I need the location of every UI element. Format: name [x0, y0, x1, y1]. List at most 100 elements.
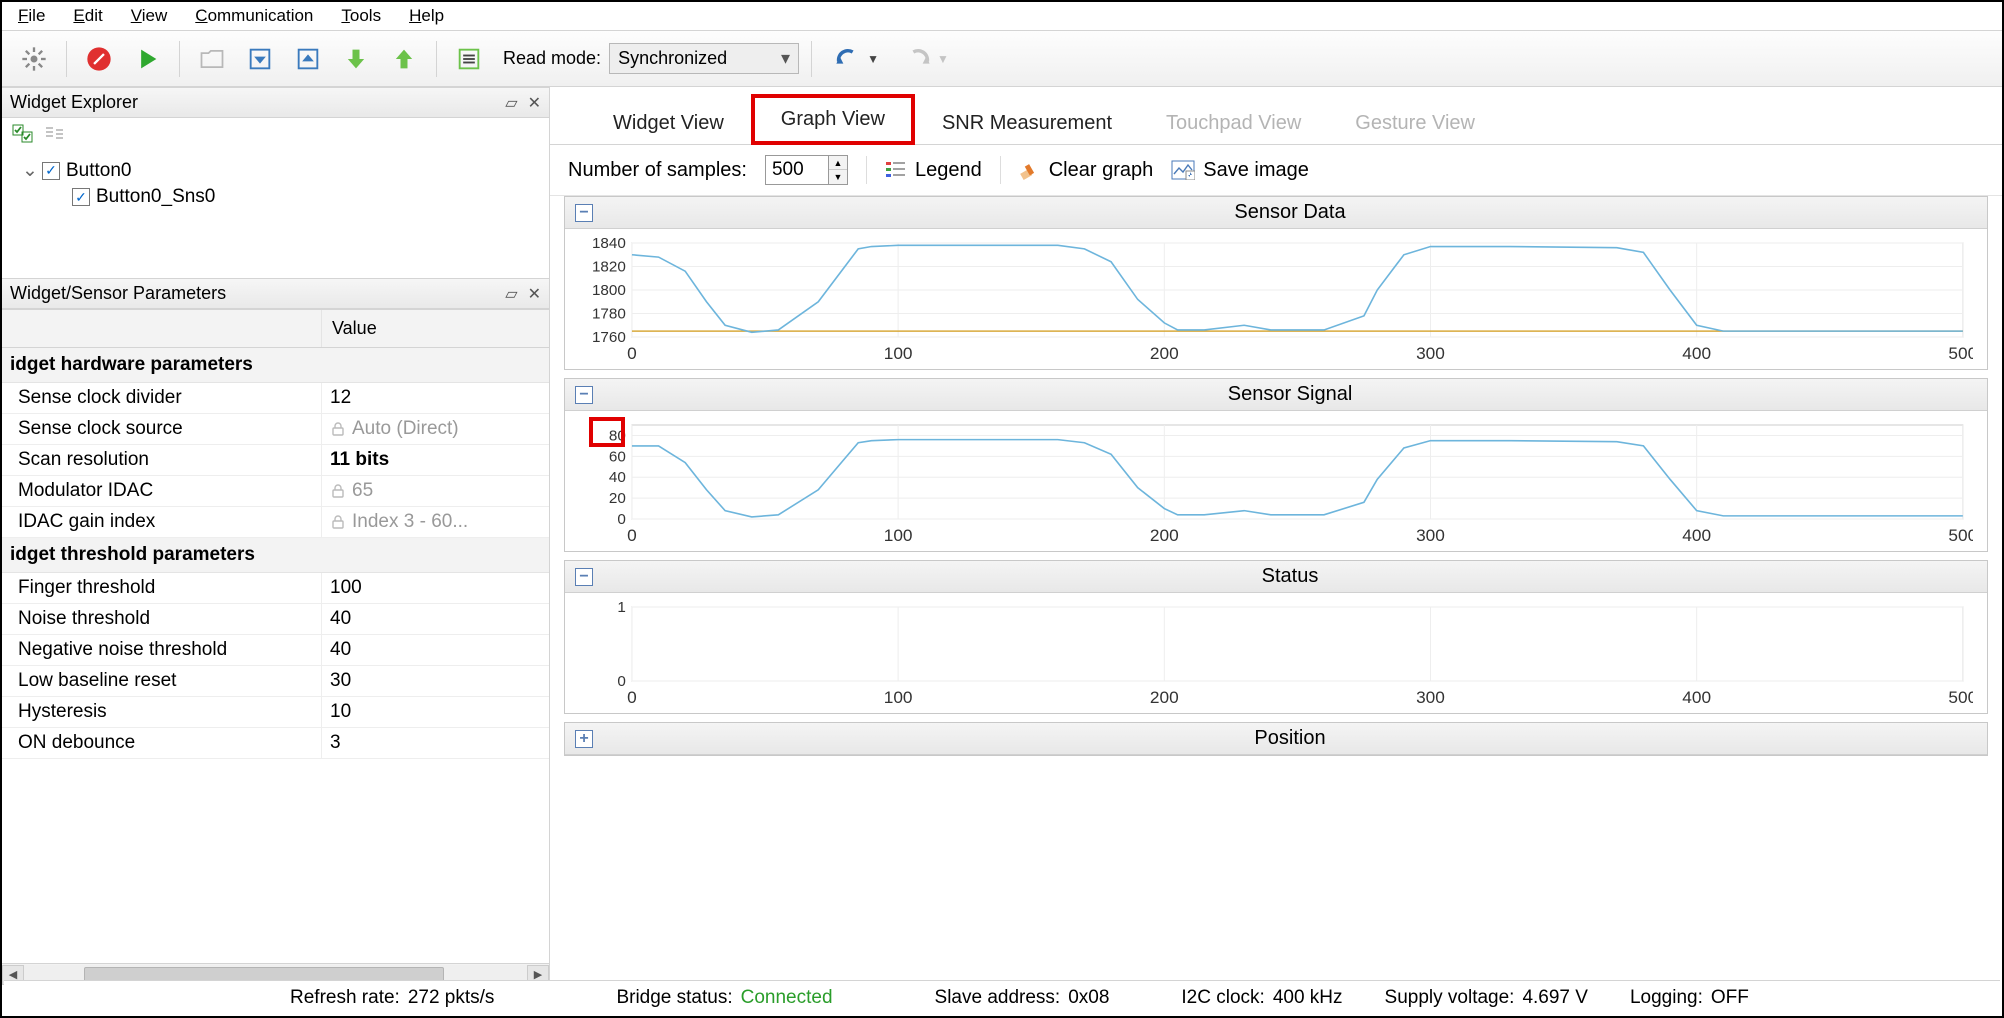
chart-sensor-data: −Sensor Data 010020030040050017601780180… — [564, 196, 1988, 370]
readmode-label: Read mode: — [503, 48, 601, 69]
svg-text:300: 300 — [1416, 343, 1445, 363]
param-name: Modulator IDAC — [2, 476, 322, 506]
close-icon[interactable]: ✕ — [528, 284, 541, 304]
menu-view[interactable]: View — [131, 6, 168, 26]
svg-text:200: 200 — [1150, 525, 1179, 545]
menu-file[interactable]: File — [18, 6, 45, 26]
upload-button[interactable] — [384, 39, 424, 79]
undock-icon[interactable]: ▱ — [505, 93, 517, 113]
svg-text:20: 20 — [609, 490, 626, 507]
param-value[interactable]: 100 — [322, 573, 549, 603]
spinner-up-icon[interactable]: ▲ — [829, 156, 847, 170]
param-row[interactable]: Negative noise threshold40 — [2, 635, 549, 666]
param-value[interactable]: 40 — [322, 635, 549, 665]
numsamples-label: Number of samples: — [568, 159, 747, 182]
chart-position: +Position — [564, 722, 1988, 756]
svg-text:1800: 1800 — [592, 282, 626, 299]
save-image-button[interactable]: Save image — [1171, 159, 1309, 182]
collapse-icon[interactable]: − — [575, 204, 593, 222]
svg-text:200: 200 — [1150, 343, 1179, 363]
numsamples-input[interactable] — [766, 156, 828, 184]
param-value[interactable]: 10 — [322, 697, 549, 727]
settings-button[interactable] — [14, 39, 54, 79]
svg-text:40: 40 — [609, 469, 626, 486]
param-row[interactable]: Low baseline reset30 — [2, 666, 549, 697]
uncheck-all-icon[interactable] — [44, 124, 66, 149]
menu-edit[interactable]: Edit — [73, 6, 102, 26]
svg-text:500: 500 — [1948, 687, 1973, 707]
collapse-icon[interactable]: − — [575, 568, 593, 586]
param-name: Sense clock source — [2, 414, 322, 444]
param-row[interactable]: Finger threshold100 — [2, 573, 549, 604]
collapse-icon[interactable]: − — [575, 386, 593, 404]
stop-button[interactable] — [79, 39, 119, 79]
import-up-button[interactable] — [288, 39, 328, 79]
param-name: Negative noise threshold — [2, 635, 322, 665]
play-button[interactable] — [127, 39, 167, 79]
checkbox-icon[interactable] — [72, 188, 90, 206]
param-name: ON debounce — [2, 728, 322, 758]
close-icon[interactable]: ✕ — [528, 93, 541, 113]
param-row[interactable]: Noise threshold40 — [2, 604, 549, 635]
tab-snr[interactable]: SNR Measurement — [915, 101, 1139, 145]
menu-communication[interactable]: Communication — [195, 6, 313, 26]
chart-status: −Status 010020030040050001 — [564, 560, 1988, 714]
param-value[interactable]: 30 — [322, 666, 549, 696]
clear-graph-button[interactable]: Clear graph — [1019, 159, 1154, 182]
import-down-button[interactable] — [240, 39, 280, 79]
checkbox-icon[interactable] — [42, 162, 60, 180]
tab-widget-view[interactable]: Widget View — [586, 101, 751, 145]
param-value[interactable]: 40 — [322, 604, 549, 634]
param-value[interactable]: 11 bits — [322, 445, 549, 475]
svg-text:200: 200 — [1150, 687, 1179, 707]
param-row[interactable]: ON debounce3 — [2, 728, 549, 759]
redo-button[interactable]: ▼ — [894, 39, 956, 79]
check-all-icon[interactable] — [12, 124, 34, 149]
download-button[interactable] — [336, 39, 376, 79]
svg-text:100: 100 — [884, 343, 913, 363]
param-value[interactable]: 65 — [322, 476, 549, 506]
highlight-box — [589, 417, 625, 447]
svg-text:300: 300 — [1416, 687, 1445, 707]
param-value[interactable]: Index 3 - 60... — [322, 507, 549, 537]
param-row[interactable]: Sense clock divider12 — [2, 383, 549, 414]
widget-explorer-body: ⌄ Button0 Button0_Sns0 — [2, 118, 549, 278]
menu-help[interactable]: Help — [409, 6, 444, 26]
svg-text:60: 60 — [609, 448, 626, 465]
param-name: Noise threshold — [2, 604, 322, 634]
param-value[interactable]: Auto (Direct) — [322, 414, 549, 444]
svg-text:300: 300 — [1416, 525, 1445, 545]
list-button[interactable] — [449, 39, 489, 79]
param-row[interactable]: Modulator IDAC65 — [2, 476, 549, 507]
svg-text:500: 500 — [1948, 525, 1973, 545]
svg-text:1840: 1840 — [592, 235, 626, 252]
params-table: Value idget hardware parameters Sense cl… — [2, 309, 549, 963]
param-row[interactable]: IDAC gain indexIndex 3 - 60... — [2, 507, 549, 538]
legend-button[interactable]: Legend — [885, 159, 982, 182]
param-name: Scan resolution — [2, 445, 322, 475]
svg-text:1: 1 — [617, 599, 625, 616]
param-name: Finger threshold — [2, 573, 322, 603]
param-row[interactable]: Hysteresis10 — [2, 697, 549, 728]
param-value[interactable]: 3 — [322, 728, 549, 758]
expand-toggle-icon[interactable]: ⌄ — [22, 159, 36, 182]
tab-gesture: Gesture View — [1328, 101, 1502, 145]
param-row[interactable]: Scan resolution11 bits — [2, 445, 549, 476]
open-button[interactable] — [192, 39, 232, 79]
svg-text:1760: 1760 — [592, 329, 626, 346]
readmode-select[interactable]: Synchronized — [609, 43, 799, 74]
tab-graph-view[interactable]: Graph View — [751, 94, 915, 145]
statusbar: Refresh rate:272 pkts/s Bridge status:Co… — [4, 980, 2000, 1014]
spinner-down-icon[interactable]: ▼ — [829, 170, 847, 184]
expand-icon[interactable]: + — [575, 730, 593, 748]
undo-button[interactable]: ▼ — [824, 39, 886, 79]
tab-touchpad: Touchpad View — [1139, 101, 1328, 145]
menu-tools[interactable]: Tools — [341, 6, 381, 26]
tree-item-button0-sns0[interactable]: Button0_Sns0 — [8, 184, 543, 210]
tree-item-button0[interactable]: ⌄ Button0 — [8, 157, 543, 184]
param-value[interactable]: 12 — [322, 383, 549, 413]
numsamples-spinner[interactable]: ▲▼ — [765, 155, 848, 185]
svg-text:100: 100 — [884, 687, 913, 707]
undock-icon[interactable]: ▱ — [505, 284, 517, 304]
param-row[interactable]: Sense clock sourceAuto (Direct) — [2, 414, 549, 445]
